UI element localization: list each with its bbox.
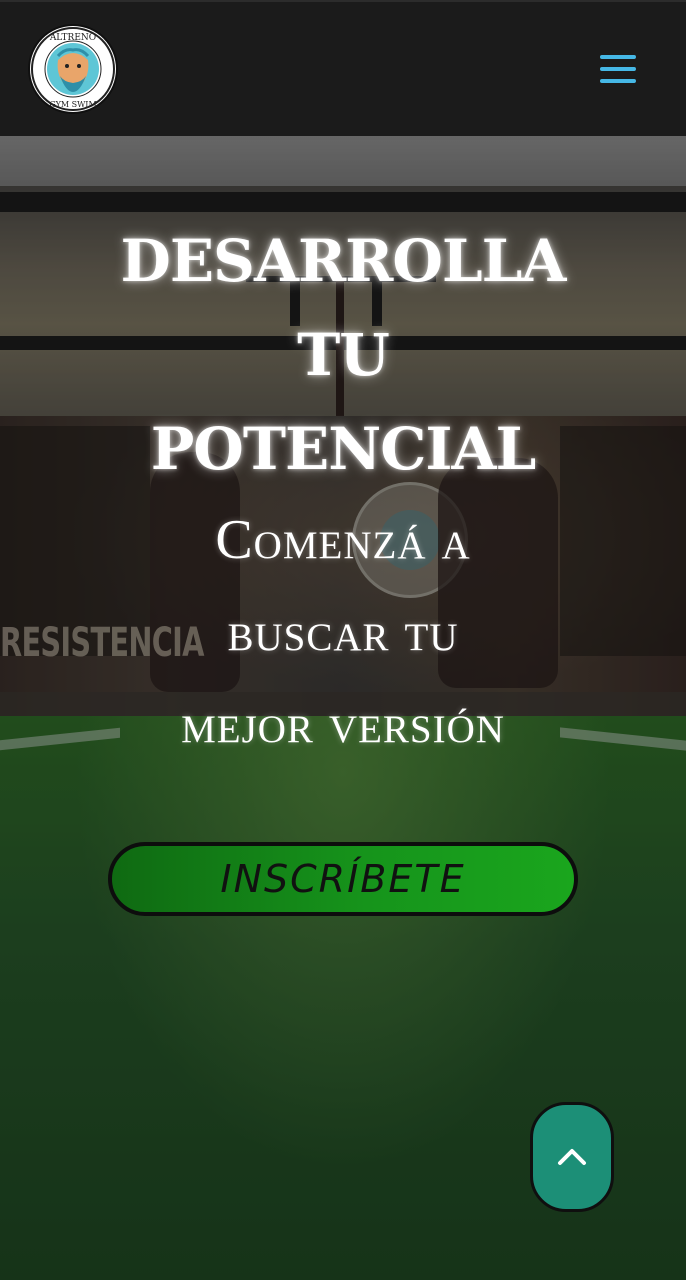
- headline-line: POTENCIAL: [150, 415, 537, 483]
- page: RESISTENCIA ALTRENO GYM SWIM DESARROLLA …: [0, 0, 686, 1280]
- hamburger-line: [600, 79, 636, 83]
- signup-button-label: INSCRÍBETE: [220, 857, 466, 901]
- neptune-face-logo-icon: ALTRENO GYM SWIM: [31, 27, 115, 111]
- hero-headline: DESARROLLA TU POTENCIAL: [0, 214, 686, 496]
- brand-logo[interactable]: ALTRENO GYM SWIM: [30, 26, 116, 112]
- subheadline-line: Comenzá a: [215, 509, 471, 571]
- hero-subheadline: Comenzá a buscar tu mejor versión: [0, 494, 686, 770]
- hamburger-line: [600, 67, 636, 71]
- subheadline-line: mejor versión: [181, 693, 505, 755]
- scroll-to-top-button[interactable]: [530, 1102, 614, 1212]
- logo-ring-text-top: ALTRENO: [49, 33, 96, 43]
- logo-ring-text-bottom: GYM SWIM: [49, 100, 96, 109]
- subheadline-line: buscar tu: [227, 601, 459, 663]
- hamburger-line: [600, 55, 636, 59]
- chevron-up-icon: [558, 1149, 586, 1165]
- signup-button[interactable]: INSCRÍBETE: [108, 842, 578, 916]
- top-navbar: ALTRENO GYM SWIM: [0, 0, 686, 136]
- headline-line: DESARROLLA: [120, 227, 567, 295]
- hamburger-menu-icon[interactable]: [600, 53, 636, 85]
- headline-line: TU: [297, 321, 390, 389]
